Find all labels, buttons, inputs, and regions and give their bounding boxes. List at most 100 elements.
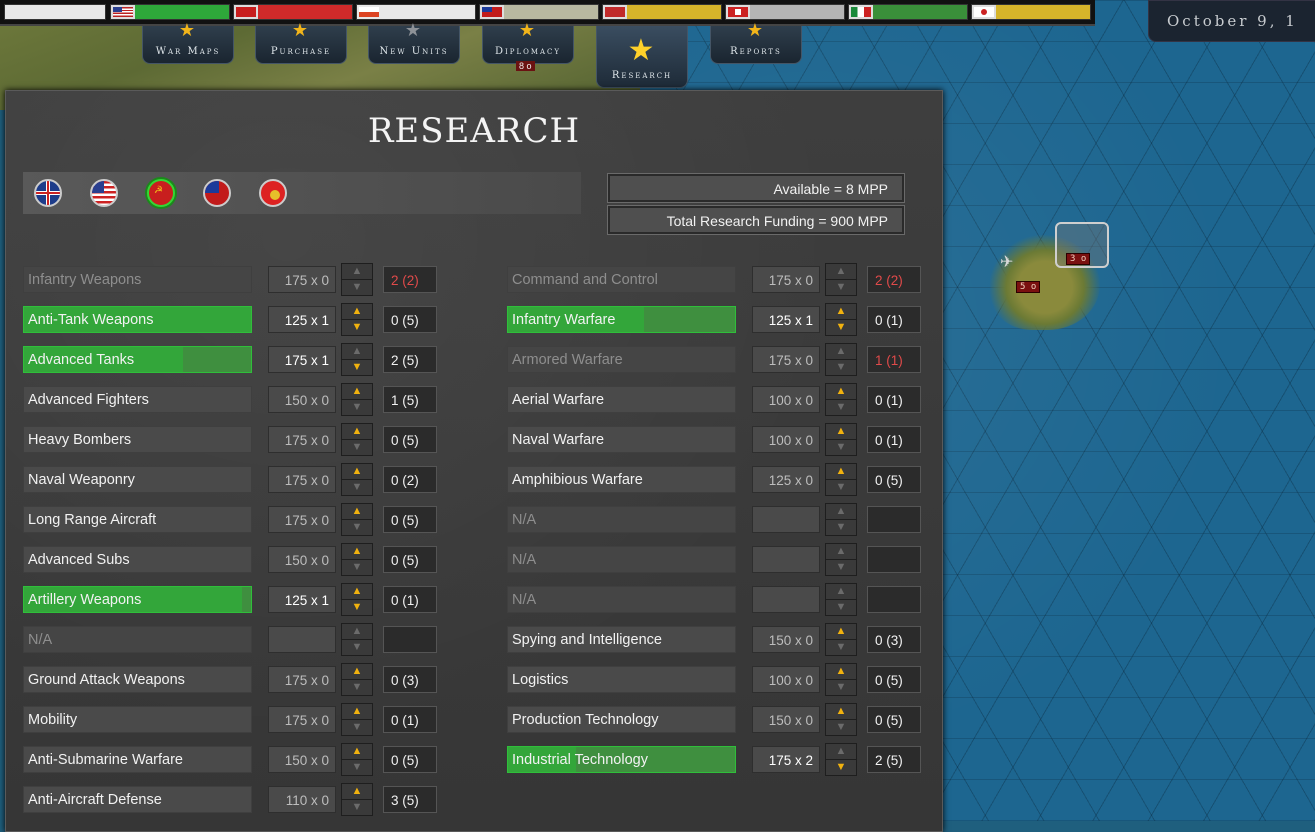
funding-stepper[interactable]: ▲ ▼ xyxy=(825,423,857,456)
decrease-funding-button[interactable]: ▼ xyxy=(342,680,372,695)
decrease-funding-button[interactable]: ▼ xyxy=(826,400,856,415)
funding-stepper[interactable]: ▲ ▼ xyxy=(341,463,373,496)
decrease-funding-button[interactable]: ▼ xyxy=(342,440,372,455)
tech-name[interactable]: Industrial Technology xyxy=(507,746,736,773)
tech-name[interactable]: Armored Warfare xyxy=(507,346,736,373)
nation-slot[interactable] xyxy=(725,4,845,20)
funding-stepper[interactable]: ▲ ▼ xyxy=(341,583,373,616)
increase-funding-button[interactable]: ▲ xyxy=(826,344,856,360)
decrease-funding-button[interactable]: ▼ xyxy=(826,760,856,775)
increase-funding-button[interactable]: ▲ xyxy=(826,384,856,400)
decrease-funding-button[interactable]: ▼ xyxy=(826,720,856,735)
funding-stepper[interactable]: ▲ ▼ xyxy=(825,343,857,376)
tab-new-units[interactable]: ★ New Units xyxy=(368,22,460,64)
decrease-funding-button[interactable]: ▼ xyxy=(826,640,856,655)
tech-name[interactable]: Anti-Submarine Warfare xyxy=(23,746,252,773)
funding-stepper[interactable]: ▲ ▼ xyxy=(341,743,373,776)
increase-funding-button[interactable]: ▲ xyxy=(342,624,372,640)
france-flag-icon[interactable] xyxy=(259,179,287,207)
decrease-funding-button[interactable]: ▼ xyxy=(342,720,372,735)
increase-funding-button[interactable]: ▲ xyxy=(826,424,856,440)
tech-name[interactable]: Naval Weaponry xyxy=(23,466,252,493)
increase-funding-button[interactable]: ▲ xyxy=(826,624,856,640)
funding-stepper[interactable]: ▲ ▼ xyxy=(341,663,373,696)
nation-slot[interactable] xyxy=(479,4,599,20)
increase-funding-button[interactable]: ▲ xyxy=(342,784,372,800)
decrease-funding-button[interactable]: ▼ xyxy=(826,600,856,615)
decrease-funding-button[interactable]: ▼ xyxy=(826,440,856,455)
tech-name[interactable]: Advanced Subs xyxy=(23,546,252,573)
funding-stepper[interactable]: ▲ ▼ xyxy=(341,703,373,736)
increase-funding-button[interactable]: ▲ xyxy=(342,304,372,320)
tech-name[interactable]: Infantry Weapons xyxy=(23,266,252,293)
nation-slot[interactable] xyxy=(110,4,230,20)
funding-stepper[interactable]: ▲ ▼ xyxy=(825,303,857,336)
ussr-flag-icon[interactable]: ☭ xyxy=(147,179,175,207)
decrease-funding-button[interactable]: ▼ xyxy=(826,680,856,695)
tech-name[interactable]: Long Range Aircraft xyxy=(23,506,252,533)
tech-name[interactable]: Logistics xyxy=(507,666,736,693)
tech-name[interactable]: Mobility xyxy=(23,706,252,733)
increase-funding-button[interactable]: ▲ xyxy=(342,464,372,480)
tab-war-maps[interactable]: ★ War Maps xyxy=(142,22,234,64)
increase-funding-button[interactable]: ▲ xyxy=(826,704,856,720)
tech-name[interactable]: N/A xyxy=(507,546,736,573)
decrease-funding-button[interactable]: ▼ xyxy=(342,560,372,575)
uk-flag-icon[interactable] xyxy=(34,179,62,207)
funding-stepper[interactable]: ▲ ▼ xyxy=(825,703,857,736)
increase-funding-button[interactable]: ▲ xyxy=(342,664,372,680)
funding-stepper[interactable]: ▲ ▼ xyxy=(825,463,857,496)
nation-slot[interactable] xyxy=(602,4,722,20)
funding-stepper[interactable]: ▲ ▼ xyxy=(341,343,373,376)
funding-stepper[interactable]: ▲ ▼ xyxy=(341,543,373,576)
decrease-funding-button[interactable]: ▼ xyxy=(342,520,372,535)
tech-name[interactable]: Infantry Warfare xyxy=(507,306,736,333)
china-flag-icon[interactable] xyxy=(203,179,231,207)
funding-stepper[interactable]: ▲ ▼ xyxy=(825,623,857,656)
increase-funding-button[interactable]: ▲ xyxy=(342,584,372,600)
tech-name[interactable]: Command and Control xyxy=(507,266,736,293)
increase-funding-button[interactable]: ▲ xyxy=(342,544,372,560)
tech-name[interactable]: N/A xyxy=(23,626,252,653)
funding-stepper[interactable]: ▲ ▼ xyxy=(341,383,373,416)
tech-name[interactable]: Ground Attack Weapons xyxy=(23,666,252,693)
nation-slot[interactable] xyxy=(356,4,476,20)
funding-stepper[interactable]: ▲ ▼ xyxy=(341,623,373,656)
increase-funding-button[interactable]: ▲ xyxy=(826,584,856,600)
tech-name[interactable]: Spying and Intelligence xyxy=(507,626,736,653)
increase-funding-button[interactable]: ▲ xyxy=(826,304,856,320)
funding-stepper[interactable]: ▲ ▼ xyxy=(825,543,857,576)
aircraft-unit-icon[interactable]: ✈ xyxy=(1000,252,1026,272)
increase-funding-button[interactable]: ▲ xyxy=(342,384,372,400)
decrease-funding-button[interactable]: ▼ xyxy=(826,360,856,375)
funding-stepper[interactable]: ▲ ▼ xyxy=(825,503,857,536)
decrease-funding-button[interactable]: ▼ xyxy=(826,280,856,295)
increase-funding-button[interactable]: ▲ xyxy=(342,504,372,520)
nation-slot[interactable] xyxy=(233,4,353,20)
decrease-funding-button[interactable]: ▼ xyxy=(342,800,372,815)
decrease-funding-button[interactable]: ▼ xyxy=(342,280,372,295)
tech-name[interactable]: Anti-Aircraft Defense xyxy=(23,786,252,813)
nation-slot[interactable] xyxy=(848,4,968,20)
decrease-funding-button[interactable]: ▼ xyxy=(826,320,856,335)
tab-reports[interactable]: ★ Reports xyxy=(710,22,802,64)
increase-funding-button[interactable]: ▲ xyxy=(826,504,856,520)
us-flag-icon[interactable] xyxy=(90,179,118,207)
tech-name[interactable]: Naval Warfare xyxy=(507,426,736,453)
funding-stepper[interactable]: ▲ ▼ xyxy=(825,583,857,616)
increase-funding-button[interactable]: ▲ xyxy=(826,744,856,760)
tech-name[interactable]: Advanced Fighters xyxy=(23,386,252,413)
nation-slot[interactable] xyxy=(4,4,106,20)
decrease-funding-button[interactable]: ▼ xyxy=(342,360,372,375)
funding-stepper[interactable]: ▲ ▼ xyxy=(825,263,857,296)
tech-name[interactable]: Amphibious Warfare xyxy=(507,466,736,493)
tab-research[interactable]: ★ Research xyxy=(596,26,688,88)
tech-name[interactable]: Anti-Tank Weapons xyxy=(23,306,252,333)
funding-stepper[interactable]: ▲ ▼ xyxy=(825,383,857,416)
decrease-funding-button[interactable]: ▼ xyxy=(342,320,372,335)
tech-name[interactable]: Production Technology xyxy=(507,706,736,733)
decrease-funding-button[interactable]: ▼ xyxy=(342,480,372,495)
decrease-funding-button[interactable]: ▼ xyxy=(826,480,856,495)
tech-name[interactable]: Advanced Tanks xyxy=(23,346,252,373)
decrease-funding-button[interactable]: ▼ xyxy=(342,640,372,655)
